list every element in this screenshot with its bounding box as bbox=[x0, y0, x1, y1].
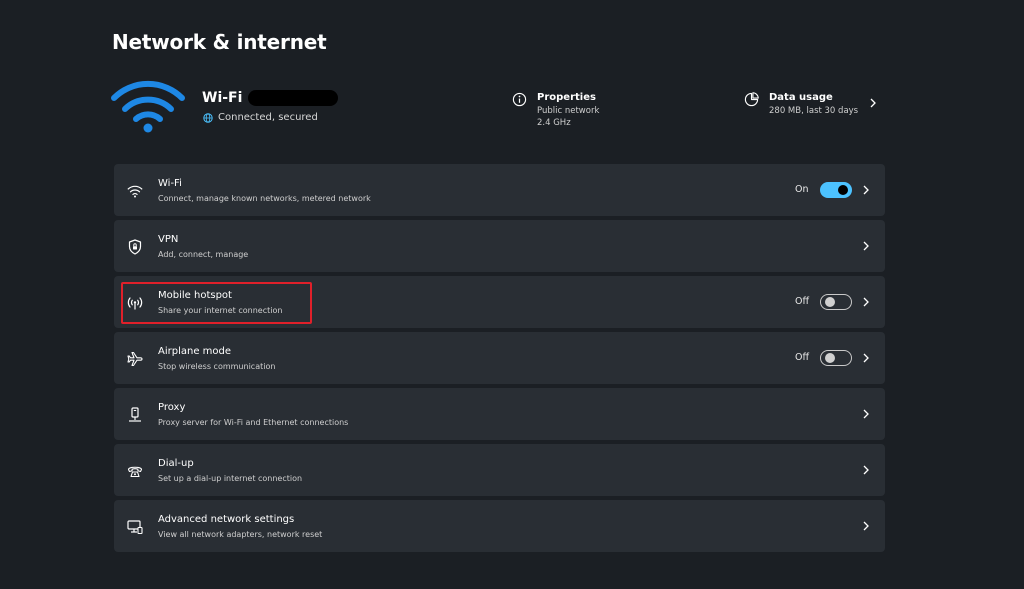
connected-network: Wi-Fi bbox=[202, 90, 339, 106]
network-band: 2.4 GHz bbox=[537, 118, 571, 128]
globe-icon bbox=[203, 112, 213, 123]
wifi-status-icon bbox=[111, 80, 185, 133]
settings-page: Network & internet Wi-Fi Connected, secu… bbox=[0, 0, 1024, 589]
advanced-network-settings-row[interactable]: Advanced network settings View all netwo… bbox=[114, 500, 885, 552]
data-usage-icon bbox=[744, 92, 759, 107]
airplane-mode-row[interactable]: Airplane mode Stop wireless communicatio… bbox=[114, 332, 885, 384]
row-description: Stop wireless communication bbox=[158, 362, 276, 371]
advanced-network-icon bbox=[126, 518, 144, 536]
row-description: Set up a dial-up internet connection bbox=[158, 474, 303, 483]
row-title: Advanced network settings bbox=[158, 514, 295, 525]
row-title: Airplane mode bbox=[158, 346, 232, 357]
chevron-right-icon bbox=[863, 185, 869, 195]
wifi-icon bbox=[126, 182, 144, 200]
airplane-mode-toggle[interactable] bbox=[820, 350, 852, 366]
wifi-state-label: On bbox=[795, 184, 809, 195]
row-title: VPN bbox=[158, 234, 179, 245]
airplane-state-label: Off bbox=[795, 352, 810, 363]
hotspot-state-label: Off bbox=[795, 296, 810, 307]
mobile-hotspot-toggle[interactable] bbox=[820, 294, 852, 310]
row-description: Share your internet connection bbox=[158, 306, 283, 315]
ssid-redacted bbox=[248, 90, 339, 106]
properties-link[interactable]: Properties Public network 2.4 GHz bbox=[512, 92, 599, 129]
dial-up-row[interactable]: Dial-up Set up a dial-up internet connec… bbox=[114, 444, 885, 496]
chevron-right-icon bbox=[863, 465, 869, 475]
chevron-right-icon bbox=[863, 353, 869, 363]
vpn-row[interactable]: VPN Add, connect, manage bbox=[114, 220, 885, 272]
row-title: Wi-Fi bbox=[158, 178, 182, 189]
row-title: Dial-up bbox=[158, 458, 194, 469]
connection-status-text: Connected, secured bbox=[218, 112, 318, 123]
vpn-shield-icon bbox=[126, 238, 144, 256]
airplane-icon bbox=[126, 350, 144, 368]
proxy-row[interactable]: Proxy Proxy server for Wi-Fi and Etherne… bbox=[114, 388, 885, 440]
row-description: View all network adapters, network reset bbox=[158, 530, 323, 539]
page-title: Network & internet bbox=[112, 30, 327, 54]
chevron-right-icon bbox=[863, 297, 869, 307]
row-description: Add, connect, manage bbox=[158, 250, 249, 259]
data-usage-amount: 280 MB, last 30 days bbox=[769, 106, 859, 116]
settings-list: Wi-Fi Connect, manage known networks, me… bbox=[114, 164, 885, 556]
network-profile: Public network bbox=[537, 106, 600, 116]
chevron-right-icon bbox=[863, 409, 869, 419]
mobile-hotspot-row[interactable]: Mobile hotspot Share your internet conne… bbox=[114, 276, 885, 328]
properties-title: Properties bbox=[537, 92, 596, 103]
row-title: Proxy bbox=[158, 402, 186, 413]
dial-up-icon bbox=[126, 462, 144, 480]
wifi-row[interactable]: Wi-Fi Connect, manage known networks, me… bbox=[114, 164, 885, 216]
row-description: Connect, manage known networks, metered … bbox=[158, 194, 371, 203]
chevron-right-icon bbox=[863, 241, 869, 251]
row-title: Mobile hotspot bbox=[158, 290, 232, 301]
row-description: Proxy server for Wi-Fi and Ethernet conn… bbox=[158, 418, 349, 427]
wifi-toggle[interactable] bbox=[820, 182, 852, 198]
chevron-right-icon bbox=[863, 521, 869, 531]
proxy-icon bbox=[126, 406, 144, 424]
data-usage-link[interactable]: Data usage 280 MB, last 30 days bbox=[744, 92, 858, 117]
chevron-right-icon[interactable] bbox=[868, 97, 878, 109]
data-usage-title: Data usage bbox=[769, 92, 833, 103]
wifi-name: Wi-Fi bbox=[202, 90, 243, 106]
info-icon bbox=[512, 92, 527, 107]
connection-status: Connected, secured bbox=[203, 112, 318, 123]
hotspot-icon bbox=[126, 294, 144, 312]
